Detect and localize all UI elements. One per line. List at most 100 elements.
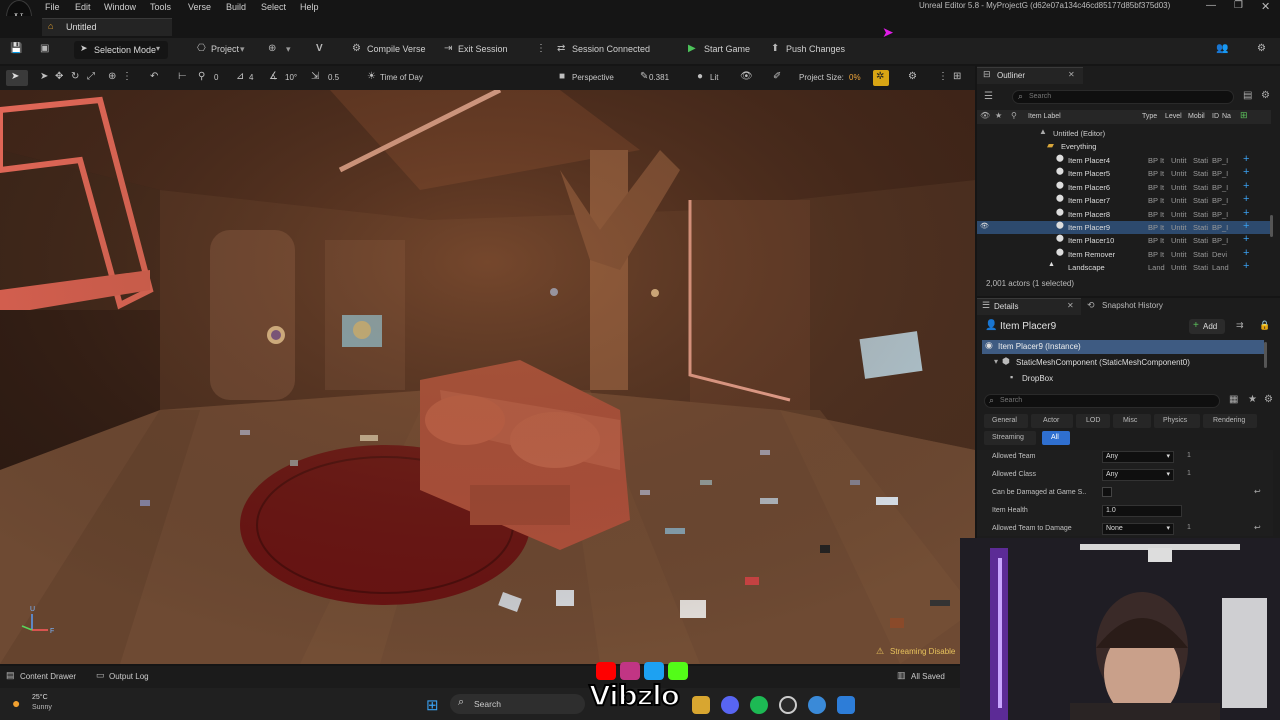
menu-verse[interactable]: Verse xyxy=(188,2,211,12)
realtime-toggle[interactable]: ✲ xyxy=(873,70,889,86)
tab-untitled[interactable]: ⌂ Untitled xyxy=(42,18,172,36)
reset-icon[interactable]: ↩ xyxy=(1254,487,1261,496)
more-icon[interactable]: ⋮ xyxy=(122,71,132,82)
menu-select[interactable]: Select xyxy=(261,2,286,12)
scale-icon[interactable]: ⤢ xyxy=(87,71,95,82)
minimize-icon[interactable]: — xyxy=(1206,0,1216,11)
level-viewport[interactable]: U F ⚠ Streaming Disable xyxy=(0,90,975,664)
perspective-dropdown[interactable]: Perspective xyxy=(572,73,614,82)
cursor-icon[interactable]: ➤ xyxy=(40,71,48,82)
component-row-mesh[interactable]: ▾ ⬢ StaticMeshComponent (StaticMeshCompo… xyxy=(982,356,1264,370)
add-child-icon[interactable]: + xyxy=(1243,233,1249,245)
category-streaming[interactable]: Streaming xyxy=(984,431,1036,445)
view-mode-dropdown[interactable]: Lit xyxy=(710,73,718,82)
tree-row-folder[interactable]: ▰ Everything xyxy=(977,140,1271,153)
settings-icon[interactable]: ⚙ xyxy=(1261,90,1270,101)
time-of-day-button[interactable]: Time of Day xyxy=(380,73,423,82)
users-icon[interactable]: 👥 xyxy=(1216,43,1228,54)
app-taskbar-icon[interactable] xyxy=(837,696,855,714)
outliner-row[interactable]: ⬤ Item Placer5 BP It Untit Stati BP_I + xyxy=(977,166,1271,180)
components-scrollbar[interactable] xyxy=(1264,342,1267,368)
outliner-scrollbar[interactable] xyxy=(1270,215,1273,237)
col-id[interactable]: ID xyxy=(1212,113,1219,120)
compile-verse-button[interactable]: Compile Verse xyxy=(367,44,426,54)
add-child-icon[interactable]: + xyxy=(1243,247,1249,259)
surface-snap-icon[interactable]: ↶ xyxy=(150,71,158,82)
details-search-input[interactable]: ⌕ Search xyxy=(984,394,1220,408)
windows-start-icon[interactable]: ⊞ xyxy=(426,696,439,714)
reset-icon[interactable]: ↩ xyxy=(1254,523,1261,532)
menu-tools[interactable]: Tools xyxy=(150,2,171,12)
grid-icon[interactable]: ⊿ xyxy=(236,71,244,82)
browse-icon[interactable]: ▣ xyxy=(40,43,49,54)
snap-value-2[interactable]: 10° xyxy=(285,73,297,82)
outliner-row[interactable]: ⬤ Item Remover BP It Untit Stati Devi + xyxy=(977,247,1271,261)
spotify-icon[interactable] xyxy=(750,696,768,714)
snap-value-3[interactable]: 0.5 xyxy=(328,73,339,82)
maximize-icon[interactable]: ❐ xyxy=(1234,0,1243,11)
component-row-dropbox[interactable]: ▪ DropBox xyxy=(982,372,1264,386)
lock-icon[interactable]: 🔒 xyxy=(1259,320,1270,331)
discord-icon[interactable] xyxy=(721,696,739,714)
camera-speed-value[interactable]: 0.381 xyxy=(649,73,669,82)
col-name[interactable]: Na xyxy=(1222,113,1231,120)
unreal-taskbar-icon[interactable] xyxy=(808,696,826,714)
menu-build[interactable]: Build xyxy=(226,2,246,12)
tree-row-root[interactable]: ▲ Untitled (Editor) xyxy=(977,127,1271,140)
col-type[interactable]: Type xyxy=(1142,113,1157,120)
add-child-icon[interactable]: + xyxy=(1243,260,1249,272)
favorites-icon[interactable]: ★ xyxy=(1248,394,1257,405)
file-explorer-icon[interactable] xyxy=(692,696,710,714)
allowed-team-damage-dropdown[interactable]: None ▾ xyxy=(1102,523,1174,535)
start-game-button[interactable]: Start Game xyxy=(704,44,750,54)
col-mobility[interactable]: Mobil xyxy=(1188,113,1205,120)
outliner-row[interactable]: ⬤ Item Placer7 BP It Untit Stati BP_I + xyxy=(977,193,1271,207)
actor-name[interactable]: Item Placer9 xyxy=(1000,321,1056,332)
item-health-input[interactable]: 1.0 xyxy=(1102,505,1182,517)
selection-mode-dropdown[interactable]: ➤ Selection Mode ▾ xyxy=(74,41,168,59)
allowed-class-dropdown[interactable]: Any ▾ xyxy=(1102,469,1174,481)
category-lod[interactable]: LOD xyxy=(1076,414,1110,428)
settings-icon[interactable]: ⚙ xyxy=(1264,394,1273,405)
snap-value-1[interactable]: 4 xyxy=(249,73,253,82)
snap-icon[interactable]: ⚲ xyxy=(198,71,205,82)
component-row-instance[interactable]: ◉ Item Placer9 (Instance) xyxy=(982,340,1264,354)
category-rendering[interactable]: Rendering xyxy=(1203,414,1257,428)
more-options-icon[interactable]: ⋮ xyxy=(536,43,546,54)
category-physics[interactable]: Physics xyxy=(1154,414,1200,428)
add-column-icon[interactable]: ⊞ xyxy=(1240,110,1248,121)
menu-help[interactable]: Help xyxy=(300,2,319,12)
outliner-row[interactable]: 👁 ⬤ Item Placer9 BP It Untit Stati BP_I + xyxy=(977,220,1271,234)
outliner-search-input[interactable]: ⌕ Search xyxy=(1012,90,1234,104)
grid-snap-icon[interactable]: ⊢ xyxy=(178,71,187,82)
menu-file[interactable]: File xyxy=(45,2,60,12)
push-changes-button[interactable]: Push Changes xyxy=(786,44,845,54)
outliner-row[interactable]: ▲ Landscape Land Untit Stati Land + xyxy=(977,260,1271,274)
table-view-icon[interactable]: ▦ xyxy=(1229,394,1238,405)
outliner-row[interactable]: ⬤ Item Placer4 BP It Untit Stati BP_I + xyxy=(977,153,1271,167)
scale-snap-icon[interactable]: ⇲ xyxy=(311,71,319,82)
save-icon[interactable]: 💾 xyxy=(10,43,22,54)
show-icon[interactable]: 👁 xyxy=(740,71,753,82)
viewport-settings-icon[interactable]: ⚙ xyxy=(908,71,917,82)
angle-icon[interactable]: ∡ xyxy=(269,71,278,82)
exit-session-button[interactable]: Exit Session xyxy=(458,44,508,54)
brush-icon[interactable]: ✐ xyxy=(773,71,781,82)
weather-widget[interactable]: ● 25°C Sunny xyxy=(12,694,72,716)
col-level[interactable]: Level xyxy=(1165,113,1182,120)
category-actor[interactable]: Actor xyxy=(1031,414,1073,428)
outliner-row[interactable]: ⬤ Item Placer10 BP It Untit Stati BP_I + xyxy=(977,233,1271,247)
world-icon[interactable]: ⊕ xyxy=(108,71,116,82)
category-all[interactable]: All xyxy=(1042,431,1070,445)
add-component-button[interactable]: + Add xyxy=(1189,319,1225,334)
all-saved-button[interactable]: ▥ All Saved xyxy=(896,669,956,685)
snap-value-0[interactable]: 0 xyxy=(214,73,218,82)
add-actor-icon[interactable]: ⊕ xyxy=(268,43,276,54)
project-button[interactable]: Project xyxy=(211,44,239,54)
select-tool-button[interactable]: ➤ xyxy=(6,70,28,86)
filter-icon[interactable]: ☰ xyxy=(984,91,993,102)
output-log-button[interactable]: ▭ Output Log xyxy=(94,669,156,685)
more-options-icon[interactable]: ⋮ xyxy=(938,71,948,82)
category-misc[interactable]: Misc xyxy=(1113,414,1151,428)
rotate-icon[interactable]: ↻ xyxy=(71,71,79,82)
